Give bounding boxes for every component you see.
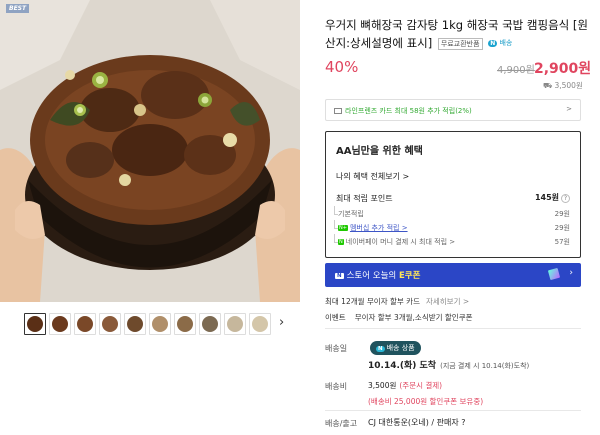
- npay-label: 네이버페이 머니 결제 시 최대 적립 >: [345, 238, 456, 246]
- thumbnail-4[interactable]: [99, 313, 121, 335]
- benefit-row-label: 기본적립: [338, 210, 364, 218]
- coupon-store-text: 스토어 오늘의: [346, 271, 399, 281]
- original-price: 4,900원: [497, 65, 535, 76]
- shipping-fee-label: 배송비: [325, 382, 348, 391]
- view-all-benefits-link[interactable]: 나의 혜택 전체보기 >: [336, 171, 409, 182]
- installment-row: 최대 12개월 무이자 할부 카드 자세히보기 >: [325, 296, 469, 307]
- shipping-fee: ⛟ 3,500원: [543, 80, 583, 91]
- arrival-note: (지금 결제 시 10.14(화)도착): [440, 362, 530, 370]
- installment-text: 최대 12개월 무이자 할부 카드: [325, 297, 420, 306]
- carrier-label: 배송/출고: [325, 419, 358, 428]
- product-main-image[interactable]: BEST: [0, 0, 300, 302]
- free-return-tag: 무료교환반품: [437, 37, 483, 50]
- product-title: 우거지 뼈해장국 감자탕 1kg 해장국 국밥 캠핑음식 [원산지:상세설명에 …: [325, 16, 590, 53]
- benefits-panel: AA님만을 위한 혜택 나의 혜택 전체보기 > 최대 적립 포인트 145원?…: [325, 131, 581, 258]
- shipping-tag-icon: N: [488, 40, 498, 47]
- shipping-fee-value: 3,500원: [554, 81, 583, 90]
- sale-price: 2,900원: [534, 61, 592, 77]
- thumbnail-3[interactable]: [74, 313, 96, 335]
- naver-badge-icon: N: [335, 272, 344, 279]
- truck-icon: ⛟: [543, 81, 553, 90]
- stew-bowl-illustration: [0, 0, 300, 302]
- thumbnail-strip: [24, 313, 271, 335]
- arrival-date: 10.14.(화) 도착 (지금 결제 시 10.14(화)도착): [368, 358, 529, 371]
- chevron-right-icon: ›: [569, 268, 573, 278]
- chevron-right-icon: >: [566, 105, 572, 113]
- section-divider: [325, 410, 581, 411]
- thumbnail-6[interactable]: [149, 313, 171, 335]
- npay-icon: N: [338, 239, 344, 245]
- coupon-ticket-icon: [547, 267, 561, 281]
- event-row: 이벤트 무이자 할부 3개월,소식받기 할인쿠폰: [325, 312, 473, 323]
- thumbnail-5[interactable]: [124, 313, 146, 335]
- thumbnail-10[interactable]: [249, 313, 271, 335]
- benefit-row-value: 57원: [554, 238, 570, 246]
- delivery-badge: N 배송 상품: [370, 341, 421, 355]
- card-benefit-banner[interactable]: 라인프렌즈 카드 최대 58원 추가 적립(2%) >: [325, 99, 581, 121]
- max-points-value: 145원?: [535, 192, 570, 203]
- benefit-row-value: 29원: [554, 224, 570, 232]
- event-label: 이벤트: [325, 313, 346, 322]
- card-benefit-text: 라인프렌즈 카드 최대 58원 추가 적립(2%): [345, 107, 472, 115]
- delivery-badge-label: 배송 상품: [386, 344, 415, 352]
- coupon-highlight: E쿠폰: [398, 271, 421, 281]
- section-divider: [325, 328, 581, 329]
- membership-badge-icon: N+: [338, 225, 348, 231]
- help-icon[interactable]: ?: [561, 194, 570, 203]
- membership-link[interactable]: 멤버십 추가 적립 >: [350, 224, 408, 232]
- benefit-row-value: 29원: [554, 210, 570, 218]
- max-points-label: 최대 적립 포인트: [336, 194, 393, 203]
- shipping-fee-amount: 3,500원: [368, 381, 397, 390]
- shipping-fee-note: (주문시 결제): [399, 381, 443, 390]
- shipping-fee-detail: 3,500원 (주문시 결제): [368, 380, 442, 391]
- best-badge: BEST: [6, 4, 30, 13]
- benefits-heading: AA님만을 위한 혜택: [336, 146, 423, 157]
- carrier-value: CJ 대한통운(오네) / 판매자 ?: [368, 418, 466, 427]
- thumbnail-9[interactable]: [224, 313, 246, 335]
- benefit-row-membership[interactable]: N+ 멤버십 추가 적립 >: [334, 220, 408, 233]
- card-icon: [334, 108, 342, 114]
- benefit-row-npay[interactable]: N 네이버페이 머니 결제 시 최대 적립 >: [333, 234, 456, 247]
- arrival-date-text: 10.14.(화) 도착: [368, 361, 437, 371]
- discount-rate: 40%: [325, 58, 359, 76]
- thumbnail-2[interactable]: [49, 313, 71, 335]
- max-points-amount: 145원: [534, 193, 559, 202]
- shipping-tag-label: 배송: [499, 39, 513, 47]
- installment-details-link[interactable]: 자세히보기 >: [426, 297, 469, 306]
- thumbnail-8[interactable]: [199, 313, 221, 335]
- thumbnail-7[interactable]: [174, 313, 196, 335]
- benefit-row-basic: 기본적립: [334, 206, 364, 219]
- shipping-tag: N 배송: [488, 34, 512, 53]
- delivery-badge-icon: N: [376, 346, 385, 352]
- event-text: 무이자 할부 3개월,소식받기 할인쿠폰: [354, 313, 473, 322]
- delivery-date-label: 배송일: [325, 344, 348, 353]
- shipping-coupon-note: (배송비 25,000원 할인쿠폰 보유중): [368, 397, 484, 406]
- thumbnail-next-icon[interactable]: ›: [279, 315, 284, 330]
- store-coupon-banner[interactable]: N 스토어 오늘의 E쿠폰 ›: [325, 263, 581, 287]
- thumbnail-1[interactable]: [24, 313, 46, 335]
